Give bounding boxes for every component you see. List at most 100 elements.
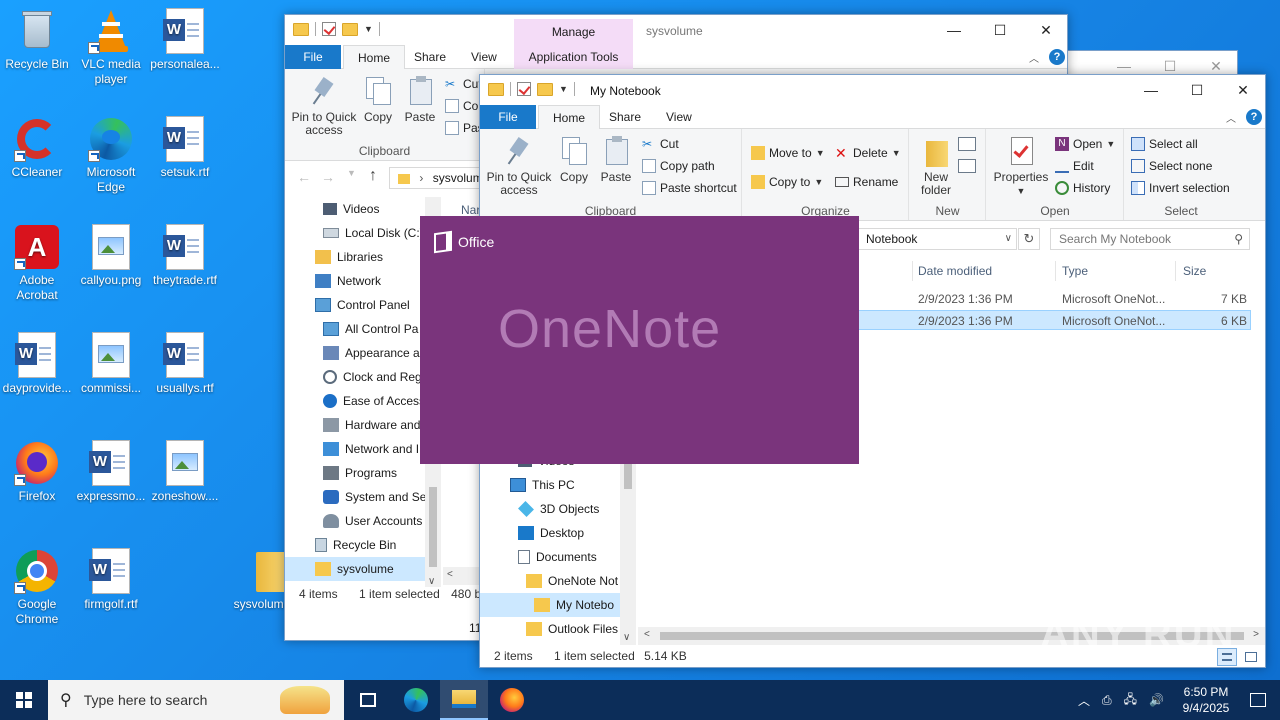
properties-button[interactable]: Properties ▼	[989, 135, 1053, 198]
task-view-button[interactable]	[344, 680, 392, 720]
minimize-button[interactable]: —	[931, 15, 977, 45]
tab-file[interactable]: File	[480, 105, 536, 129]
tab-share[interactable]: Share	[595, 105, 655, 129]
new-folder-icon[interactable]	[537, 82, 553, 96]
scroll-left-icon[interactable]: <	[644, 629, 650, 640]
network-icon[interactable]: 🖧	[1124, 690, 1137, 711]
edit-button[interactable]: Edit	[1055, 156, 1094, 176]
refresh-button[interactable]: ↻	[1018, 228, 1040, 250]
column-header-type[interactable]: Type	[1062, 257, 1088, 285]
nav-item-desktop[interactable]: Desktop	[518, 521, 584, 545]
tab-share[interactable]: Share	[400, 45, 460, 69]
desktop-icon-adobe-acrobat[interactable]: A Adobe Acrobat	[1, 224, 73, 303]
desktop-icon-microsoft-edge[interactable]: Microsoft Edge	[75, 116, 147, 195]
nav-item-user-accounts[interactable]: User Accounts	[323, 509, 422, 533]
nav-item-control-panel[interactable]: Control Panel	[315, 293, 410, 317]
desktop-icon-expressmo[interactable]: W expressmo...	[75, 440, 147, 504]
nav-item-recycle-bin[interactable]: Recycle Bin	[315, 533, 396, 557]
desktop-icon-dayprovide[interactable]: W dayprovide...	[1, 332, 73, 396]
back-arrow-icon[interactable]: ←	[297, 169, 311, 185]
tab-file[interactable]: File	[285, 45, 341, 69]
large-icons-view-button[interactable]	[1241, 648, 1261, 666]
paste-button[interactable]: Paste	[401, 75, 439, 124]
chevron-down-icon[interactable]: ▼	[364, 24, 373, 34]
minimize-button[interactable]: —	[1128, 75, 1174, 105]
new-item-icon[interactable]	[958, 137, 976, 151]
delete-button[interactable]: ✕ Delete ▼	[835, 143, 901, 163]
nav-item-my-notebook[interactable]: My Notebo	[480, 593, 620, 617]
maximize-button[interactable]: ☐	[977, 15, 1023, 45]
device-icon[interactable]: ⎙	[1102, 693, 1112, 708]
cut-button[interactable]: ✂ Cut	[642, 134, 679, 154]
desktop-icon-recycle-bin[interactable]: Recycle Bin	[1, 8, 73, 72]
nav-item-hardware[interactable]: Hardware and	[323, 413, 420, 437]
copy-button[interactable]: Copy	[557, 135, 591, 184]
copy-button[interactable]: Copy	[361, 75, 395, 124]
help-icon[interactable]: ?	[1246, 109, 1262, 125]
nav-item-programs[interactable]: Programs	[323, 461, 397, 485]
cut-button[interactable]: ✂ Cut	[445, 74, 482, 94]
nav-item-clock[interactable]: Clock and Reg	[323, 365, 422, 389]
new-folder-button[interactable]: New folder	[914, 135, 958, 197]
notifications-icon[interactable]	[1250, 693, 1266, 707]
file-row[interactable]: 2/9/2023 1:36 PM Microsoft OneNot... 7 K…	[857, 289, 1257, 309]
select-none-button[interactable]: Select none	[1131, 156, 1212, 176]
easy-access-icon[interactable]	[958, 159, 976, 173]
desktop-icon-setsuk[interactable]: W setsuk.rtf	[149, 116, 221, 180]
taskbar-firefox[interactable]	[488, 680, 536, 720]
move-to-button[interactable]: Move to ▼	[751, 143, 825, 163]
forward-arrow-icon[interactable]: →	[321, 169, 335, 185]
nav-item-outlook-files[interactable]: Outlook Files	[526, 617, 618, 641]
copy-path-button[interactable]: Copy path	[642, 156, 715, 176]
clock[interactable]: 6:50 PM 9/4/2025	[1170, 684, 1242, 716]
select-all-button[interactable]: Select all	[1131, 134, 1198, 154]
rename-button[interactable]: Rename	[835, 172, 898, 192]
tab-application-tools[interactable]: Application Tools	[514, 45, 633, 69]
taskbar-file-explorer[interactable]	[440, 680, 488, 720]
nav-item-sysvolume[interactable]: sysvolume	[285, 557, 425, 581]
properties-icon[interactable]	[517, 82, 531, 96]
taskbar-edge[interactable]	[392, 680, 440, 720]
scroll-right-icon[interactable]: >	[1253, 629, 1259, 640]
new-folder-icon[interactable]	[342, 22, 358, 36]
invert-selection-button[interactable]: Invert selection	[1131, 178, 1230, 198]
nav-item-documents[interactable]: Documents	[518, 545, 597, 569]
maximize-button[interactable]: ☐	[1174, 75, 1220, 105]
desktop-icon-firefox[interactable]: Firefox	[1, 440, 73, 504]
scroll-down-icon[interactable]: ∨	[623, 632, 630, 643]
search-input[interactable]: Search My Notebook ⚲	[1050, 228, 1250, 250]
nav-item-videos[interactable]: Videos	[323, 197, 379, 221]
up-arrow-icon[interactable]: ↑	[369, 167, 377, 185]
copy-path-button[interactable]: Co	[445, 96, 478, 116]
nav-item-onenote-notebooks[interactable]: OneNote Not	[526, 569, 618, 593]
nav-item-local-disk[interactable]: Local Disk (C:)	[323, 221, 424, 245]
context-tab-manage[interactable]: Manage	[514, 19, 633, 45]
nav-item-this-pc[interactable]: This PC	[510, 473, 575, 497]
nav-item-appearance[interactable]: Appearance ar	[323, 341, 424, 365]
close-button[interactable]: ✕	[1220, 75, 1265, 105]
tab-home[interactable]: Home	[538, 105, 601, 130]
paste-shortcut-button[interactable]: Pas	[445, 118, 484, 138]
desktop-icon-vlc[interactable]: VLC media player	[75, 8, 147, 87]
paste-button[interactable]: Paste	[596, 135, 636, 184]
pin-to-quick-access-button[interactable]: Pin to Quick access	[486, 135, 552, 197]
address-bar[interactable]: › sysvolum	[389, 167, 485, 189]
column-header-size[interactable]: Size	[1183, 257, 1206, 285]
nav-item-all-control-panel[interactable]: All Control Pa	[323, 317, 418, 341]
nav-pane-scrollbar[interactable]: ∨	[620, 449, 636, 645]
pin-to-quick-access-button[interactable]: Pin to Quick access	[291, 75, 357, 137]
desktop-icon-personalea[interactable]: W personalea...	[149, 8, 221, 72]
nav-item-ease-of-access[interactable]: Ease of Access	[323, 389, 425, 413]
nav-item-network[interactable]: Network	[315, 269, 381, 293]
collapse-ribbon-icon[interactable]: ︿	[1029, 50, 1039, 65]
help-icon[interactable]: ?	[1049, 49, 1065, 65]
address-bar[interactable]: Notebook ∨	[857, 228, 1017, 250]
desktop-icon-commissi[interactable]: commissi...	[75, 332, 147, 396]
nav-item-3d-objects[interactable]: 3D Objects	[518, 497, 599, 521]
recent-locations-icon[interactable]: ▼	[347, 168, 356, 178]
desktop-icon-zoneshow[interactable]: zoneshow....	[149, 440, 221, 504]
desktop-icon-callyou[interactable]: callyou.png	[75, 224, 147, 288]
tab-view[interactable]: View	[652, 105, 706, 129]
file-row-selected[interactable]: 2/9/2023 1:36 PM Microsoft OneNot... 6 K…	[857, 310, 1251, 330]
collapse-ribbon-icon[interactable]: ︿	[1226, 110, 1236, 125]
